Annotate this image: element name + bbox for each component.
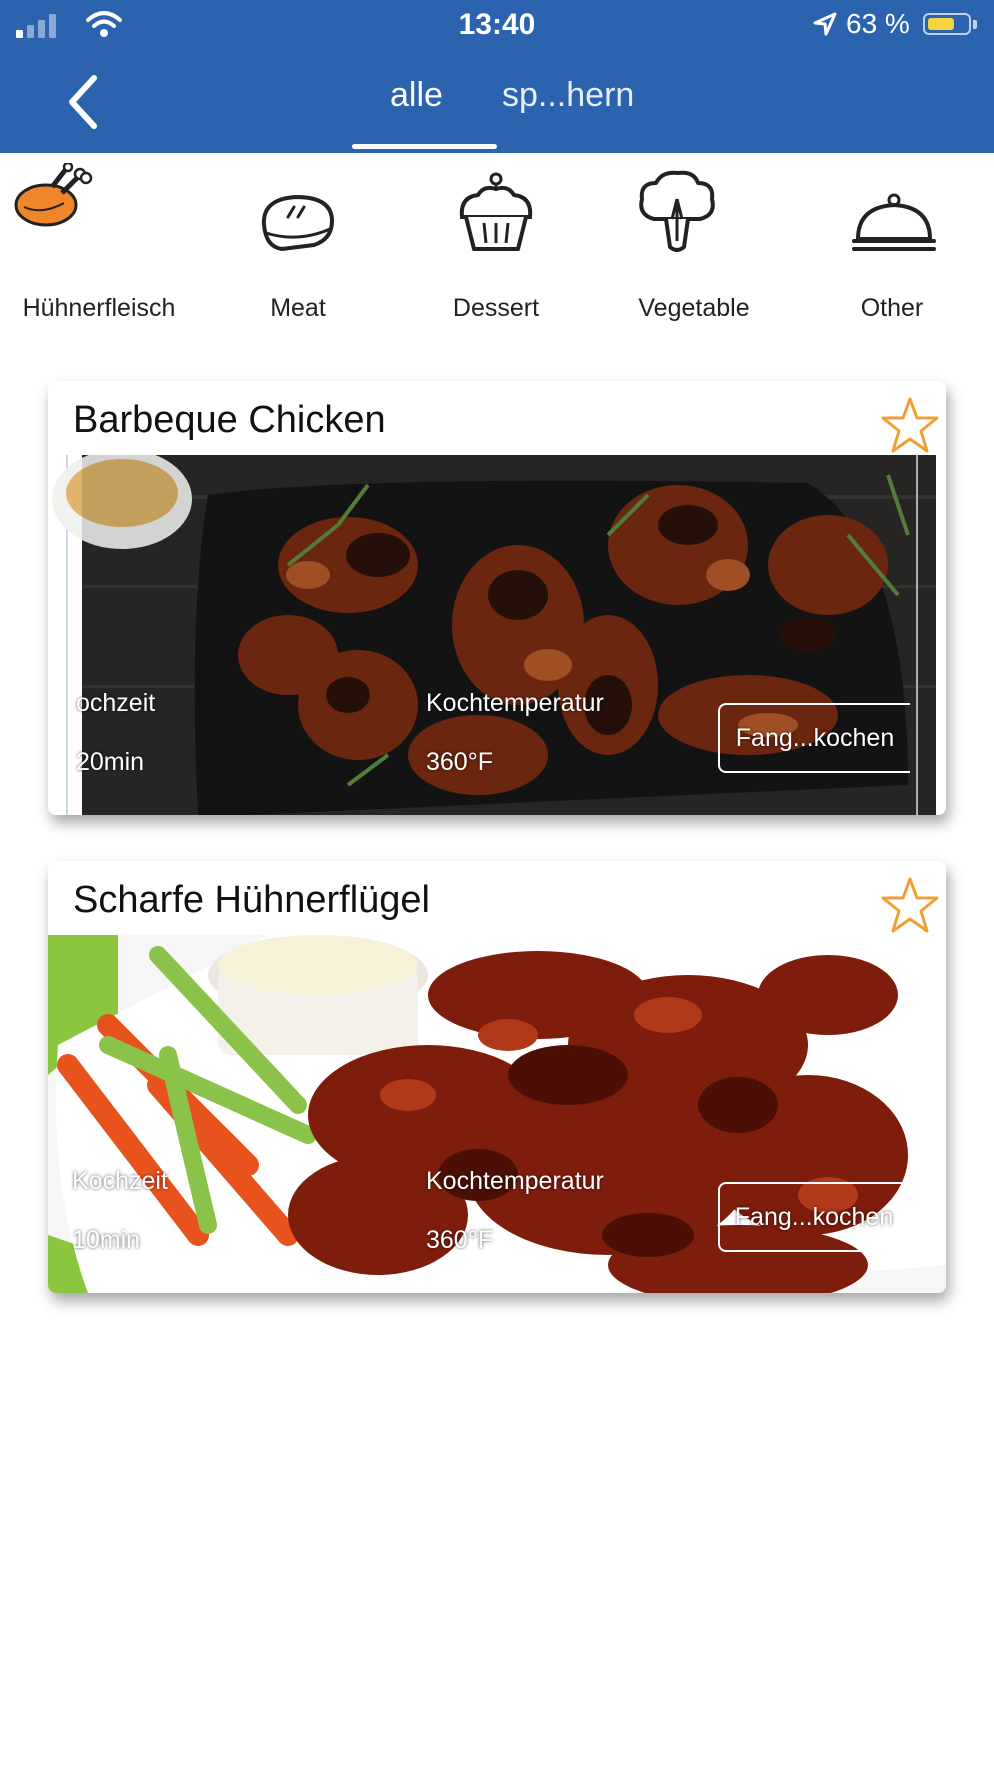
category-dessert[interactable]: Dessert [396,153,596,353]
battery-tip [973,20,977,29]
cook-time-value: 20min [76,748,145,776]
recipe-card[interactable]: Barbeque Chicken ochzeit 20min Kochtempe… [48,381,946,815]
category-other[interactable]: Other [792,153,992,353]
category-label-meat: Meat [270,294,326,322]
broccoli-icon [639,170,715,252]
chicken-icon [14,163,93,227]
tab-favorites[interactable]: sp...hern [502,76,634,115]
start-cooking-button[interactable]: Fang...kochen [718,1182,910,1252]
favorite-star-icon[interactable] [879,395,941,457]
favorite-star-icon[interactable] [879,875,941,937]
category-label-other: Other [860,294,924,322]
steak-icon [261,194,335,252]
category-vegetable[interactable]: Vegetable [594,153,794,353]
category-meat[interactable]: Meat [198,153,398,353]
cook-temp-value: 360°F [426,748,493,776]
cook-temp-value: 360°F [426,1226,493,1254]
cook-time-value: 10min [72,1226,141,1254]
status-time: 13:40 [458,8,536,41]
start-cooking-button[interactable]: Fang...kochen [718,703,910,773]
recipe-title: Scharfe Hühnerflügel [73,879,430,921]
category-label-vegetable: Vegetable [638,294,750,322]
cloche-icon [852,193,936,251]
category-bar: Hühnerfleisch Meat Dessert Vegetable Oth… [0,153,994,353]
cook-temp-label: Kochtemperatur [426,1167,604,1195]
cook-time-label: Kochzeit [72,1167,168,1195]
back-chevron-icon[interactable] [62,72,112,132]
category-chicken[interactable]: Hühnerfleisch [0,153,200,353]
status-bar: 13:40 63 % [0,0,994,50]
category-label-chicken: Hühnerfleisch [22,294,176,322]
cupcake-icon [459,172,533,251]
active-tab-indicator [352,144,497,149]
cook-temp-label: Kochtemperatur [426,689,604,717]
location-arrow-icon [813,12,837,36]
tab-all[interactable]: alle [390,76,443,115]
cook-time-label: ochzeit [76,689,156,717]
recipe-card[interactable]: Scharfe Hühnerflügel Kochzeit 10min Koch… [48,861,946,1293]
battery-percentage: 63 % [846,8,910,39]
battery-icon [923,13,971,35]
category-label-dessert: Dessert [452,294,540,322]
app-header: 13:40 63 % alle sp...hern [0,0,994,153]
recipe-title: Barbeque Chicken [73,399,386,441]
